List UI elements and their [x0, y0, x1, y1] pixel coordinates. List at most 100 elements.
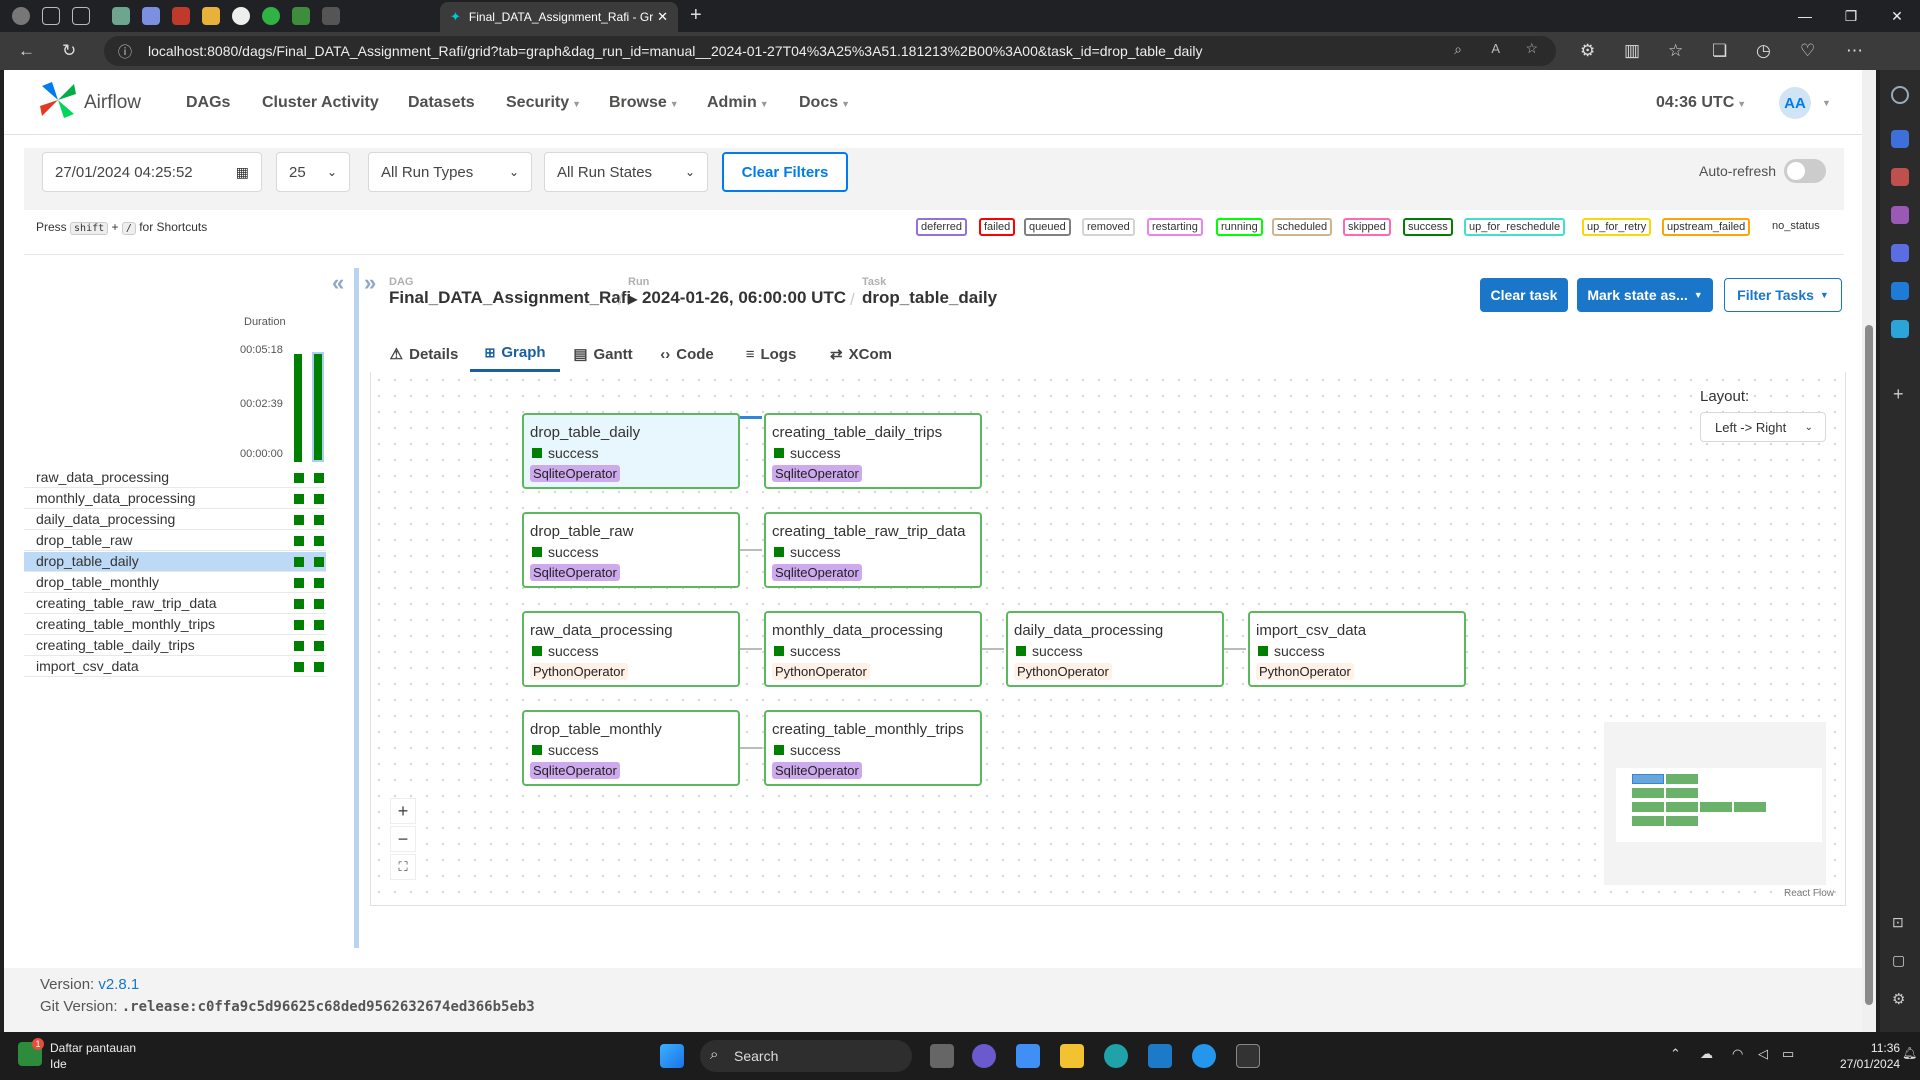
tab-actions-icon[interactable]: [72, 7, 90, 25]
restore-icon[interactable]: ❐: [1828, 0, 1874, 32]
tab-logs[interactable]: ≡ Logs: [736, 336, 806, 372]
task-row[interactable]: drop_table_monthly: [24, 573, 326, 593]
legend-failed[interactable]: failed: [979, 218, 1016, 236]
task-instance-cell[interactable]: [314, 536, 324, 546]
react-flow-attribution[interactable]: React Flow: [1784, 888, 1834, 899]
zoom-icon[interactable]: ⌕: [1454, 41, 1462, 58]
notifications-bell-icon[interactable]: 🔔︎: [1902, 1046, 1917, 1060]
shopping-icon[interactable]: [1891, 130, 1909, 148]
legend-scheduled[interactable]: scheduled: [1272, 218, 1333, 236]
legend-success[interactable]: success: [1403, 218, 1453, 236]
collapse-grid-icon[interactable]: «: [332, 270, 344, 296]
task-row[interactable]: raw_data_processing: [24, 468, 326, 488]
pinned-tab-chatgpt-icon[interactable]: [112, 7, 130, 25]
task-row[interactable]: monthly_data_processing: [24, 489, 326, 509]
task-node[interactable]: drop_table_monthly success SqliteOperator: [522, 710, 740, 786]
nav-datasets[interactable]: Datasets: [408, 94, 475, 112]
task-node[interactable]: creating_table_daily_trips success SqliteO…: [764, 413, 982, 489]
task-row[interactable]: drop_table_raw: [24, 531, 326, 551]
task-node[interactable]: drop_table_raw success SqliteOperator: [522, 512, 740, 588]
task-instance-cell[interactable]: [314, 620, 324, 630]
pinned-tab-pdf-icon[interactable]: [172, 7, 190, 25]
screenshot-icon[interactable]: ⊡: [1892, 914, 1904, 931]
close-window-icon[interactable]: ✕: [1874, 0, 1920, 32]
collections-icon[interactable]: ❏: [1712, 41, 1727, 61]
pinned-tab-drive2-icon[interactable]: [292, 7, 310, 25]
site-info-icon[interactable]: ⓘ: [118, 42, 132, 62]
history-icon[interactable]: ◷: [1756, 41, 1771, 61]
tray-chevron-up-icon[interactable]: ⌃: [1670, 1046, 1681, 1062]
airflow-logo-icon[interactable]: [38, 80, 78, 120]
sidebar-settings-icon[interactable]: ⚙: [1892, 990, 1905, 1008]
performance-icon[interactable]: ♡: [1800, 41, 1815, 61]
version-link[interactable]: v2.8.1: [98, 976, 139, 993]
reload-icon[interactable]: ↻: [62, 41, 76, 61]
favorites-icon[interactable]: ☆: [1668, 41, 1683, 61]
user-avatar[interactable]: AA: [1779, 87, 1811, 119]
minimize-icon[interactable]: —: [1782, 0, 1828, 32]
legend-queued[interactable]: queued: [1024, 218, 1071, 236]
back-icon[interactable]: ←: [18, 41, 35, 61]
tab-code[interactable]: ‹› Code: [652, 336, 722, 372]
sidebar-toggle-icon[interactable]: ▢: [1892, 952, 1905, 969]
edge-browser-icon[interactable]: [1104, 1044, 1128, 1068]
tab-details[interactable]: ⚠ Details: [380, 336, 468, 372]
vscode-icon[interactable]: [1148, 1044, 1172, 1068]
task-node[interactable]: daily_data_processing success PythonOperat…: [1006, 611, 1224, 687]
zoom-in-button[interactable]: +: [390, 798, 416, 824]
zoom-out-button[interactable]: −: [390, 826, 416, 852]
task-instance-cell[interactable]: [294, 473, 304, 483]
chat-icon[interactable]: [972, 1044, 996, 1068]
legend-removed[interactable]: removed: [1082, 218, 1135, 236]
legend-deferred[interactable]: deferred: [916, 218, 967, 236]
task-instance-cell[interactable]: [314, 515, 324, 525]
nav-admin[interactable]: Admin ▼: [707, 94, 769, 112]
workspaces-icon[interactable]: [42, 7, 60, 25]
task-node[interactable]: raw_data_processing success PythonOperator: [522, 611, 740, 687]
add-sidebar-icon[interactable]: +: [1893, 384, 1904, 405]
tab-graph[interactable]: ⊞ Graph: [470, 336, 560, 372]
legend-up-for-reschedule[interactable]: up_for_reschedule: [1464, 218, 1566, 236]
task-instance-cell[interactable]: [314, 578, 324, 588]
system-clock[interactable]: 11:36 27/01/2024: [1840, 1040, 1900, 1072]
read-aloud-icon[interactable]: A: [1491, 41, 1500, 56]
calendar-icon[interactable]: ▦: [236, 164, 249, 181]
task-row[interactable]: creating_table_raw_trip_data: [24, 594, 326, 614]
favorite-star-icon[interactable]: ☆: [1525, 40, 1538, 57]
volume-icon[interactable]: ◁: [1758, 1046, 1768, 1062]
legend-running[interactable]: running: [1216, 218, 1263, 236]
terminal-icon[interactable]: [1236, 1044, 1260, 1068]
wifi-icon[interactable]: ◠: [1732, 1046, 1743, 1062]
extensions-icon[interactable]: ⚙: [1580, 41, 1595, 61]
windows-start-icon[interactable]: [660, 1044, 684, 1068]
nav-browse[interactable]: Browse ▼: [609, 94, 679, 112]
docker-icon[interactable]: [1192, 1044, 1216, 1068]
task-instance-cell[interactable]: [294, 578, 304, 588]
task-instance-cell[interactable]: [294, 599, 304, 609]
task-node[interactable]: creating_table_raw_trip_data success Sqlit…: [764, 512, 982, 588]
tools-icon[interactable]: [1891, 168, 1909, 186]
nav-docs[interactable]: Docs ▼: [799, 94, 850, 112]
task-row[interactable]: drop_table_daily: [24, 552, 326, 572]
clear-task-button[interactable]: Clear task: [1480, 278, 1568, 312]
breadcrumb-dag[interactable]: Final_DATA_Assignment_Rafi: [389, 288, 631, 308]
store-icon[interactable]: [1016, 1044, 1040, 1068]
run-states-select[interactable]: All Run States ⌄: [544, 152, 708, 192]
run-types-select[interactable]: All Run Types ⌄: [368, 152, 532, 192]
breadcrumb-task[interactable]: drop_table_daily: [862, 288, 997, 308]
task-node[interactable]: import_csv_data success PythonOperator: [1248, 611, 1466, 687]
pinned-tab-whatsapp-icon[interactable]: [262, 7, 280, 25]
num-runs-select[interactable]: 25 ⌄: [276, 152, 350, 192]
task-instance-cell[interactable]: [294, 641, 304, 651]
task-node[interactable]: monthly_data_processing success PythonOper…: [764, 611, 982, 687]
tab-xcom[interactable]: ⇄ XCom: [820, 336, 902, 372]
task-node[interactable]: creating_table_monthly_trips success Sqlit…: [764, 710, 982, 786]
task-instance-cell[interactable]: [314, 662, 324, 672]
games-icon[interactable]: [1891, 206, 1909, 224]
task-instance-cell[interactable]: [314, 641, 324, 651]
split-screen-icon[interactable]: ▥: [1624, 41, 1640, 61]
auto-refresh-toggle[interactable]: [1784, 159, 1826, 183]
onedrive-icon[interactable]: ☁: [1700, 1046, 1713, 1062]
nav-security[interactable]: Security ▼: [506, 94, 581, 112]
task-instance-cell[interactable]: [294, 536, 304, 546]
